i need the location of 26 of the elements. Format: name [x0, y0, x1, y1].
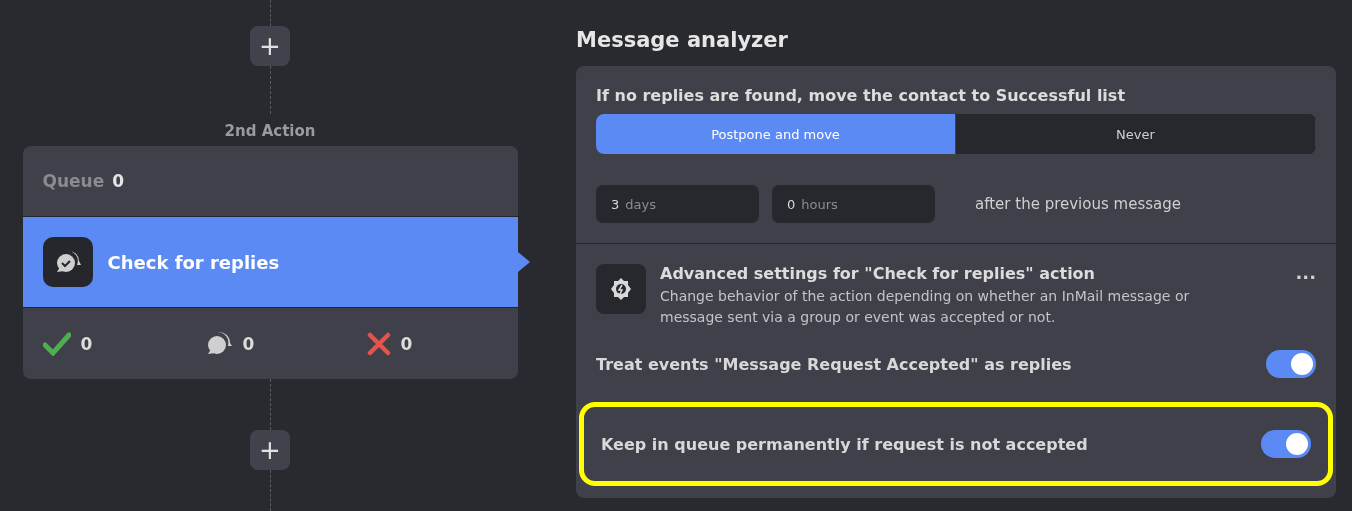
toggle-switch[interactable] [1261, 430, 1311, 458]
queue-label: Queue [42, 171, 105, 191]
cross-icon [366, 331, 391, 356]
add-step-button[interactable]: + [250, 430, 290, 470]
condition-heading: If no replies are found, move the contact to Successful list [596, 86, 1127, 105]
delay-field[interactable]: 0 hours [772, 185, 935, 223]
delay-field[interactable]: 3 days [596, 185, 759, 223]
step-label: 2nd Action [224, 122, 316, 140]
more-menu-button[interactable]: ... [1295, 262, 1316, 283]
delay-suffix: after the previous message [975, 195, 1181, 213]
gear-icon [596, 264, 646, 314]
toggle-label: Treat events "Message Request Accepted" as replies [596, 354, 1072, 374]
advanced-description: Change behavior of the action depending on whether an InMail message or message sent via a group or event was accepted or not. [660, 287, 1191, 327]
add-step-button[interactable]: + [250, 26, 290, 66]
stat-count: 0 [242, 333, 255, 354]
toggle-switch[interactable] [1266, 350, 1316, 378]
action-title: Check for replies [107, 251, 280, 273]
panel-title: Message analyzer [576, 28, 789, 52]
stat-count: 0 [80, 333, 93, 354]
check-icon [42, 331, 71, 356]
selection-pointer [517, 252, 530, 272]
queue-count: 0 [112, 171, 125, 191]
stat-count: 0 [400, 333, 413, 354]
advanced-title: Advanced settings for "Check for replies" action [660, 264, 1096, 283]
toggle-label: Keep in queue permanently if request is not accepted [601, 434, 1088, 454]
chat-check-icon [42, 237, 93, 287]
